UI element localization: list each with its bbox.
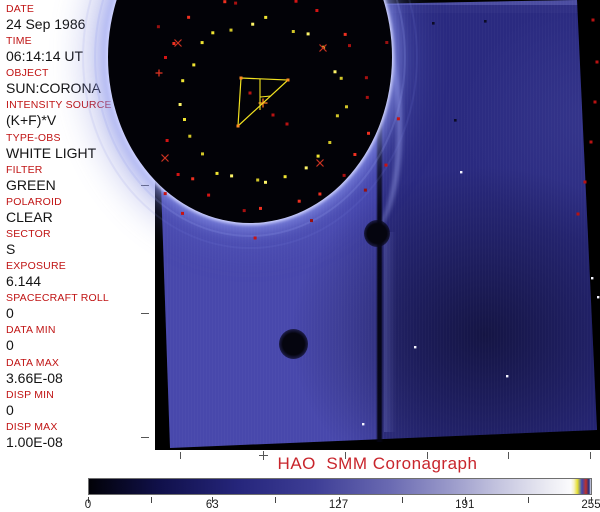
field-label: SPACECRAFT ROLL — [6, 292, 109, 305]
image-specks — [362, 20, 600, 426]
colorbar-tick-label: 255 — [581, 499, 600, 511]
field-label: POLAROID — [6, 195, 62, 208]
field-value: 6.144 — [6, 273, 42, 290]
metadata-field: DATA MIN 0 — [6, 324, 152, 356]
metadata-field: DISP MAX 1.00E-08 — [6, 421, 152, 453]
colorbar-tick-label: 191 — [455, 499, 475, 511]
red-dot-ring-mid — [164, 0, 370, 213]
colorbar-minor-tick — [151, 497, 153, 503]
extra-fiducial-dots — [248, 18, 599, 216]
left-tick — [141, 313, 149, 314]
metadata-field: SPACECRAFT ROLL 0 — [6, 292, 152, 324]
plus-mark — [155, 69, 163, 77]
fiducial-overlay — [155, 0, 600, 426]
field-label: EXPOSURE — [6, 260, 66, 273]
field-value: 3.66E-08 — [6, 369, 63, 386]
coronagraph-image-frame[interactable] — [82, 0, 600, 450]
left-tick — [141, 437, 149, 438]
field-label: DATA MIN — [6, 324, 56, 337]
colorbar-minor-tick — [275, 497, 277, 503]
field-value: 0 — [6, 401, 14, 418]
colorbar-tick-label: 127 — [328, 499, 349, 511]
smm-coronagraph-viewer: DATE 24 Sep 1986 TIME 06:14:14 UT OBJECT SUN:… — [0, 0, 600, 512]
field-label: DATA MAX — [6, 356, 60, 369]
cross-marks — [161, 39, 327, 167]
colorbar-tick-label: 0 — [84, 499, 92, 511]
colorbar-minor-tick — [527, 497, 529, 503]
field-label: SECTOR — [6, 227, 51, 240]
metadata-field: DATA MAX 3.66E-08 — [6, 357, 152, 389]
field-value: 1.00E-08 — [6, 433, 63, 450]
field-label: DISP MAX — [6, 420, 58, 433]
metadata-field: POLAROID CLEAR — [6, 196, 152, 228]
metadata-field: DISP MIN 0 — [6, 389, 152, 421]
field-value: 0 — [6, 337, 14, 354]
colorbar-tick-label: 63 — [205, 499, 219, 511]
field-value: CLEAR — [6, 208, 53, 225]
image-title: HAO SMM Coronagraph — [277, 454, 478, 473]
metadata-field: EXPOSURE 6.144 — [6, 260, 152, 292]
field-value: 0 — [6, 305, 14, 322]
colorbar-minor-tick — [401, 497, 403, 503]
red-dot-ring-outer — [156, 25, 400, 240]
intensity-colorbar — [88, 478, 592, 495]
field-label: DISP MIN — [6, 388, 55, 401]
field-value: S — [6, 240, 16, 257]
metadata-field: SECTOR S — [6, 228, 152, 260]
